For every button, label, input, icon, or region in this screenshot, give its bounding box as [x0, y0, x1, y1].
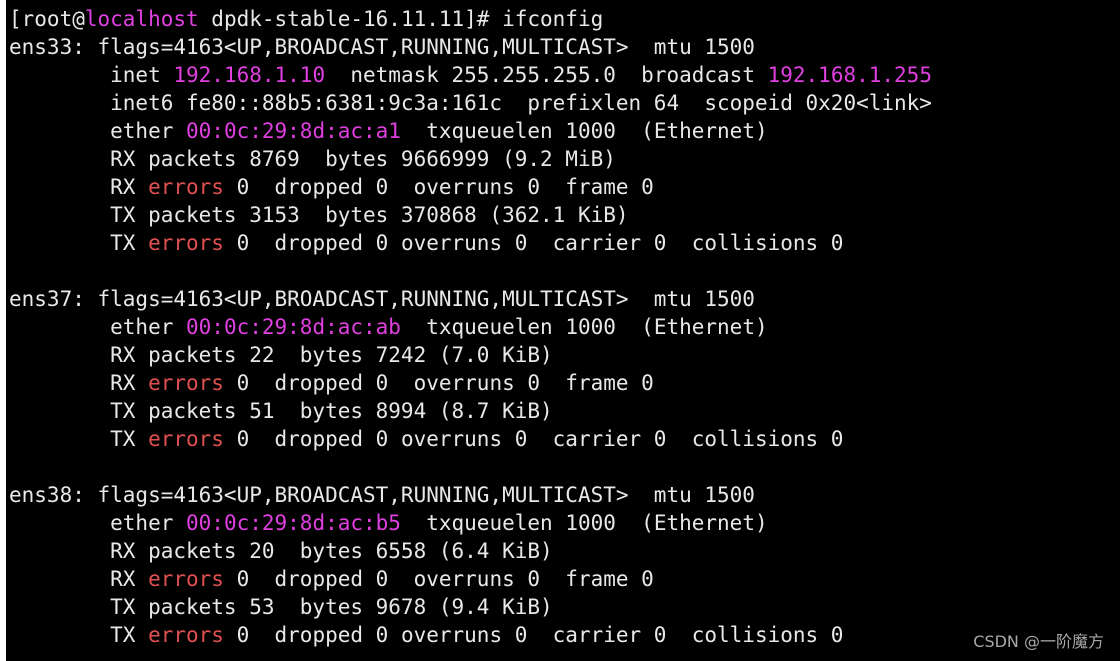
terminal-line: RX errors 0 dropped 0 overruns 0 frame 0	[9, 565, 932, 593]
terminal-line: RX packets 20 bytes 6558 (6.4 KiB)	[9, 537, 932, 565]
terminal-text: TX	[9, 427, 149, 451]
highlighted-text: errors	[148, 623, 224, 647]
terminal-line: RX packets 22 bytes 7242 (7.0 KiB)	[9, 341, 932, 369]
terminal-line: TX errors 0 dropped 0 overruns 0 carrier…	[9, 621, 932, 649]
terminal-line: [root@localhost dpdk-stable-16.11.11]# i…	[9, 5, 932, 33]
terminal-text: ether	[9, 511, 187, 535]
terminal-text: txqueuelen 1000 (Ethernet)	[400, 315, 768, 339]
terminal-line: RX errors 0 dropped 0 overruns 0 frame 0	[9, 369, 932, 397]
terminal-text: 0 dropped 0 overruns 0 frame 0	[223, 175, 654, 199]
terminal-text: RX packets 22 bytes 7242 (7.0 KiB)	[9, 343, 553, 367]
terminal-text: ether	[9, 119, 187, 143]
terminal-line: inet 192.168.1.10 netmask 255.255.255.0 …	[9, 61, 932, 89]
terminal-line: TX errors 0 dropped 0 overruns 0 carrier…	[9, 425, 932, 453]
highlighted-text: 00:0c:29:8d:ac:b5	[186, 511, 401, 535]
highlighted-text: errors	[148, 371, 224, 395]
highlighted-text: 192.168.1.255	[767, 63, 932, 87]
terminal-text: netmask 255.255.255.0 broadcast	[325, 63, 768, 87]
terminal-line: ens33: flags=4163<UP,BROADCAST,RUNNING,M…	[9, 33, 932, 61]
terminal-text: 0 dropped 0 overruns 0 carrier 0 collisi…	[223, 427, 844, 451]
terminal-text: TX packets 51 bytes 8994 (8.7 KiB)	[9, 399, 553, 423]
terminal-line: TX packets 51 bytes 8994 (8.7 KiB)	[9, 397, 932, 425]
terminal-text: inet6 fe80::88b5:6381:9c3a:161c prefixle…	[9, 91, 932, 115]
terminal-text: RX	[9, 567, 149, 591]
csdn-watermark: CSDN @一阶魔方	[973, 632, 1104, 651]
terminal-line: ether 00:0c:29:8d:ac:a1 txqueuelen 1000 …	[9, 117, 932, 145]
terminal-text: dpdk-stable-16.11.11]# ifconfig	[198, 7, 604, 31]
terminal-text: TX packets 3153 bytes 370868 (362.1 KiB)	[9, 203, 629, 227]
terminal-output: [root@localhost dpdk-stable-16.11.11]# i…	[9, 5, 932, 649]
terminal-line: TX packets 3153 bytes 370868 (362.1 KiB)	[9, 201, 932, 229]
terminal-line: RX errors 0 dropped 0 overruns 0 frame 0	[9, 173, 932, 201]
terminal-line: ether 00:0c:29:8d:ac:b5 txqueuelen 1000 …	[9, 509, 932, 537]
terminal-text: 0 dropped 0 overruns 0 carrier 0 collisi…	[223, 623, 844, 647]
highlighted-text: 00:0c:29:8d:ac:a1	[186, 119, 401, 143]
terminal-text: 0 dropped 0 overruns 0 frame 0	[223, 567, 654, 591]
terminal-text: TX packets 53 bytes 9678 (9.4 KiB)	[9, 595, 553, 619]
terminal-text: ens37: flags=4163<UP,BROADCAST,RUNNING,M…	[9, 287, 755, 311]
terminal-text: RX packets 20 bytes 6558 (6.4 KiB)	[9, 539, 553, 563]
highlighted-text: errors	[148, 427, 224, 451]
terminal-line: TX errors 0 dropped 0 overruns 0 carrier…	[9, 229, 932, 257]
terminal-text: TX	[9, 623, 149, 647]
terminal-line: inet6 fe80::88b5:6381:9c3a:161c prefixle…	[9, 89, 932, 117]
terminal-text: RX	[9, 371, 149, 395]
terminal-text: txqueuelen 1000 (Ethernet)	[400, 511, 768, 535]
terminal-line: ens38: flags=4163<UP,BROADCAST,RUNNING,M…	[9, 481, 932, 509]
terminal-text: TX	[9, 231, 149, 255]
terminal-text: 0 dropped 0 overruns 0 frame 0	[223, 371, 654, 395]
terminal-text: ens38: flags=4163<UP,BROADCAST,RUNNING,M…	[9, 483, 755, 507]
highlighted-text: errors	[148, 175, 224, 199]
terminal-text: RX packets 8769 bytes 9666999 (9.2 MiB)	[9, 147, 616, 171]
highlighted-text: errors	[148, 567, 224, 591]
terminal-line: ether 00:0c:29:8d:ac:ab txqueuelen 1000 …	[9, 313, 932, 341]
terminal-line: TX packets 53 bytes 9678 (9.4 KiB)	[9, 593, 932, 621]
highlighted-text: errors	[148, 231, 224, 255]
highlighted-text: 192.168.1.10	[173, 63, 326, 87]
terminal-text: ens33: flags=4163<UP,BROADCAST,RUNNING,M…	[9, 35, 755, 59]
highlighted-text: 00:0c:29:8d:ac:ab	[186, 315, 401, 339]
highlighted-text: localhost	[84, 7, 199, 31]
terminal-text: RX	[9, 175, 149, 199]
terminal-window[interactable]: [root@localhost dpdk-stable-16.11.11]# i…	[6, 0, 1120, 661]
terminal-text: 0 dropped 0 overruns 0 carrier 0 collisi…	[223, 231, 844, 255]
terminal-text: inet	[9, 63, 174, 87]
terminal-line: RX packets 8769 bytes 9666999 (9.2 MiB)	[9, 145, 932, 173]
terminal-text: ether	[9, 315, 187, 339]
terminal-text: txqueuelen 1000 (Ethernet)	[400, 119, 768, 143]
terminal-line: ens37: flags=4163<UP,BROADCAST,RUNNING,M…	[9, 285, 932, 313]
terminal-text: [root@	[9, 7, 85, 31]
